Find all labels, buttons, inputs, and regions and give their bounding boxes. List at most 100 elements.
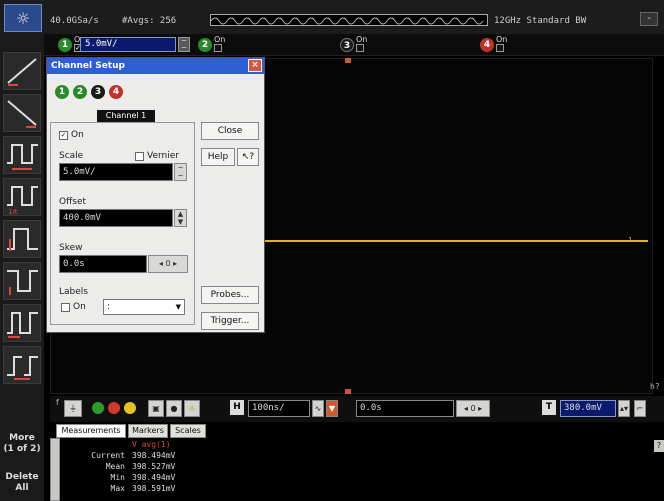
dialog-close-icon[interactable]: ×	[248, 59, 262, 72]
fall-time-measure-button[interactable]	[3, 94, 41, 132]
trigger-level-input[interactable]: 380.0mV	[560, 400, 616, 417]
vernier-checkbox[interactable]	[135, 152, 144, 161]
skew-arrows[interactable]: ◂ 0 ▸	[148, 255, 188, 273]
scale-spinner[interactable]: ~ ~	[174, 163, 187, 181]
channel-4-badge[interactable]: 4	[480, 38, 494, 52]
channel-on-checkbox[interactable]: ✓	[59, 131, 68, 140]
dialog-channel-4-tab[interactable]: 4	[109, 85, 123, 99]
markers-flag-icon[interactable]: f	[56, 398, 59, 407]
scope-logo-icon[interactable]: ☼	[4, 4, 42, 32]
context-help-icon[interactable]: ↖?	[237, 148, 259, 166]
channel-bar: 1 On ✓ 5.0mV/ ~~ 2 On 3 On 4 On	[44, 34, 664, 56]
measurement-name: Current	[91, 451, 125, 460]
negative-width-measure-button[interactable]	[3, 262, 41, 300]
skew-input[interactable]: 0.0s	[59, 255, 147, 273]
close-button[interactable]: Close	[201, 122, 259, 140]
trigger-slope-icon[interactable]: ⌐	[634, 400, 646, 417]
waveform-overview-strip[interactable]	[210, 14, 488, 26]
channel-2-badge[interactable]: 2	[198, 38, 212, 52]
dialog-channel-2-tab[interactable]: 2	[73, 85, 87, 99]
labels-label: Labels	[59, 287, 88, 297]
timebase-input[interactable]: 100ns/	[248, 400, 310, 417]
duty-cycle-measure-button[interactable]	[3, 304, 41, 342]
rise-time-measure-button[interactable]	[3, 52, 41, 90]
channel-2-on-checkbox[interactable]	[214, 44, 222, 52]
tab-markers[interactable]: Markers	[128, 424, 168, 438]
pulse-width-icon	[7, 228, 38, 251]
measurement-tabs: Measurements Markers Scales	[50, 424, 664, 438]
tab-measurements[interactable]: Measurements	[56, 424, 126, 438]
delete-all-button[interactable]: Delete All	[3, 472, 41, 501]
channel-1-scale-spinner[interactable]: ~ ~	[178, 37, 190, 52]
measurement-row[interactable]: Mean 398.527mV	[70, 462, 310, 471]
vernier-label: Vernier	[147, 151, 179, 161]
measurement-help-icon[interactable]: ?	[654, 440, 664, 452]
tab-scales[interactable]: Scales	[170, 424, 206, 438]
delay-arrows[interactable]: ◂ 0 ▸	[456, 400, 490, 417]
dialog-channel-3-tab[interactable]: 3	[91, 85, 105, 99]
green-channel-dot[interactable]	[92, 402, 104, 414]
disk-save-icon[interactable]: ●	[166, 400, 182, 417]
measurement-value: 398.494mV	[132, 451, 176, 460]
labels-dropdown[interactable]: : ▼	[103, 299, 185, 315]
trigger-t-icon[interactable]: T	[542, 400, 556, 415]
offset-label: Offset	[59, 197, 87, 207]
brightness-icon[interactable]: ☼	[184, 400, 200, 417]
scope-view-icon[interactable]: ▣	[148, 400, 164, 417]
channel-3-badge[interactable]: 3	[340, 38, 354, 52]
overview-wave-icon	[211, 17, 484, 25]
channel-1-trace	[262, 240, 648, 242]
delay-marker-icon[interactable]: ▼	[326, 400, 338, 417]
yellow-channel-dot[interactable]	[124, 402, 136, 414]
measurement-row[interactable]: Min 398.494mV	[70, 473, 310, 482]
channel-1-badge[interactable]: 1	[58, 38, 72, 52]
ground-marker-icon[interactable]: ⏚	[64, 400, 82, 417]
rising-edge-icon	[7, 58, 37, 86]
minimize-button[interactable]: -	[640, 12, 658, 26]
pulse-width-measure-button[interactable]	[3, 220, 41, 258]
timebase-spinner[interactable]: ∿	[312, 400, 324, 417]
trigger-level-spinner[interactable]: ▴▾	[618, 400, 630, 417]
more-page-label: (1 of 2)	[3, 444, 41, 454]
more-button[interactable]: More (1 of 2)	[3, 430, 41, 464]
measurement-name: Max	[110, 484, 125, 493]
pulse-frequency-icon: 1/t	[7, 186, 38, 216]
measurement-row[interactable]: Max 398.591mV	[70, 484, 310, 493]
delay-input[interactable]: 0.0s	[356, 400, 454, 417]
delete-label: Delete	[5, 472, 39, 482]
labels-on-checkbox[interactable]	[61, 303, 70, 312]
help-button[interactable]: Help	[201, 148, 235, 166]
measurement-value: 398.591mV	[132, 484, 176, 493]
duty-cycle-icon	[7, 312, 38, 338]
channel-4-on-label: On	[496, 35, 508, 44]
red-channel-dot[interactable]	[108, 402, 120, 414]
negative-pulse-icon	[7, 270, 38, 295]
period-measure-button[interactable]	[3, 136, 41, 174]
channel-4-on-checkbox[interactable]	[496, 44, 504, 52]
falling-edge-icon	[7, 100, 37, 128]
scale-input[interactable]: 5.0mV/	[59, 163, 173, 181]
avgs-count: #Avgs: 256	[122, 16, 177, 26]
dialog-channel-1-tab[interactable]: 1	[55, 85, 69, 99]
trigger-position-bottom-marker[interactable]	[345, 389, 351, 394]
probes-button[interactable]: Probes...	[201, 286, 259, 304]
channel-1-scale-field[interactable]: 5.0mV/	[80, 37, 176, 52]
frequency-measure-button[interactable]: 1/t	[3, 178, 41, 216]
trigger-button[interactable]: Trigger...	[201, 312, 259, 330]
delta-time-icon	[7, 356, 38, 380]
measurement-row[interactable]: Current 398.494mV	[70, 451, 310, 460]
horizontal-h-icon[interactable]: H	[230, 400, 244, 415]
dialog-title[interactable]: Channel Setup	[47, 58, 264, 74]
sample-rate: 40.0GSa/s	[50, 16, 99, 26]
measurements-scrollbar[interactable]	[50, 438, 60, 501]
channel-3-on-checkbox[interactable]	[356, 44, 364, 52]
offset-spinner[interactable]: ▲ ▼	[174, 209, 187, 227]
offset-input[interactable]: 400.0mV	[59, 209, 173, 227]
horizontal-controls-bar: f ⏚ ▣ ● ☼ H 100ns/ ∿ ▼ 0.0s ◂ 0 ▸ T 380.…	[50, 396, 664, 422]
skew-label: Skew	[59, 243, 83, 253]
channel-settings-group: ✓ On Scale Vernier 5.0mV/ ~ ~ Offset 400.…	[50, 122, 195, 325]
trigger-position-top-marker[interactable]	[345, 58, 351, 63]
measurement-value: 398.494mV	[132, 473, 176, 482]
delta-time-measure-button[interactable]	[3, 346, 41, 384]
channel-setup-dialog: Channel Setup × 1 2 3 4 Channel 1 ✓ On S…	[46, 57, 265, 333]
